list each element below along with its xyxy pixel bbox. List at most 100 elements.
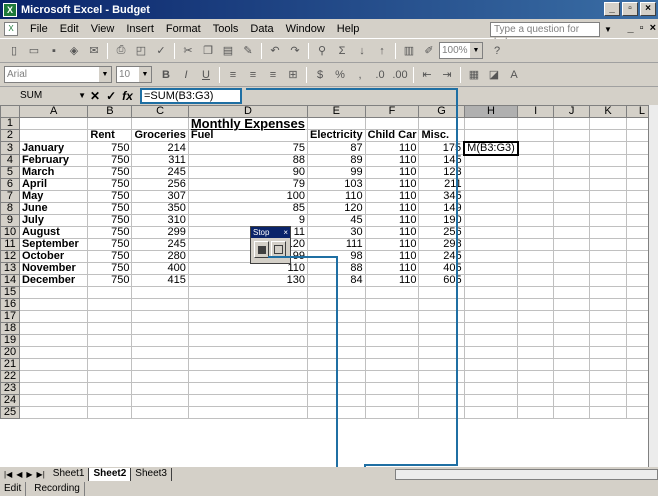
cell[interactable] [463, 382, 519, 395]
close-button[interactable]: × [640, 2, 656, 16]
cell[interactable]: August [18, 226, 89, 239]
cell[interactable]: 145 [418, 154, 465, 167]
cell[interactable] [187, 394, 308, 407]
align-center-icon[interactable]: ≡ [243, 66, 263, 84]
email-icon[interactable]: ✉ [84, 42, 104, 60]
cell[interactable]: 245 [418, 250, 465, 263]
cell[interactable]: 79 [187, 178, 308, 191]
cell[interactable] [306, 370, 366, 383]
row-header[interactable]: 9 [0, 214, 20, 227]
cell[interactable] [18, 117, 89, 130]
cell[interactable] [187, 406, 308, 419]
cell[interactable]: 90 [187, 166, 308, 179]
cell[interactable]: 750 [87, 202, 133, 215]
cell[interactable]: 214 [131, 141, 189, 155]
row-header[interactable]: 22 [0, 370, 20, 383]
cell[interactable] [306, 286, 366, 299]
cell[interactable] [418, 322, 465, 335]
cell[interactable] [553, 226, 591, 239]
cell[interactable] [589, 406, 627, 419]
cell[interactable] [87, 406, 133, 419]
paste-icon[interactable]: ▤ [218, 42, 238, 60]
cell[interactable] [553, 166, 591, 179]
cell[interactable] [553, 178, 591, 191]
cell[interactable] [553, 346, 591, 359]
row-header[interactable]: 4 [0, 154, 20, 167]
row-header[interactable]: 7 [0, 190, 20, 203]
merge-center-icon[interactable]: ⊞ [283, 66, 303, 84]
cell[interactable]: 245 [131, 166, 189, 179]
cell[interactable]: 311 [131, 154, 189, 167]
cell[interactable] [87, 370, 133, 383]
cell[interactable] [364, 334, 420, 347]
doc-close-button[interactable]: × [650, 22, 656, 34]
cell[interactable] [131, 406, 189, 419]
cell[interactable] [18, 358, 89, 371]
row-header[interactable]: 20 [0, 346, 20, 359]
cell[interactable] [517, 406, 555, 419]
doc-minimize-button[interactable]: _ [628, 22, 634, 34]
formula-input[interactable]: =SUM(B3:G3) [140, 88, 242, 104]
cell[interactable] [517, 190, 555, 203]
tab-sheet1[interactable]: Sheet1 [49, 467, 90, 481]
cell[interactable] [589, 250, 627, 263]
cell[interactable] [589, 334, 627, 347]
cell[interactable] [517, 358, 555, 371]
decrease-indent-icon[interactable]: ⇤ [417, 66, 437, 84]
cell[interactable] [131, 346, 189, 359]
ask-question-input[interactable]: Type a question for help [490, 22, 600, 48]
cell[interactable] [517, 238, 555, 251]
tab-sheet2[interactable]: Sheet2 [89, 467, 132, 481]
drawing-icon[interactable]: ✐ [419, 42, 439, 60]
cell[interactable] [418, 406, 465, 419]
row-header[interactable]: 25 [0, 406, 20, 419]
cell[interactable] [364, 286, 420, 299]
decrease-decimal-icon[interactable]: .00 [390, 66, 410, 84]
menu-window[interactable]: Window [280, 23, 331, 35]
cell[interactable] [463, 117, 519, 130]
cell[interactable] [589, 214, 627, 227]
cell[interactable]: May [18, 190, 89, 203]
relative-reference-button[interactable] [271, 241, 286, 258]
new-icon[interactable]: ▯ [4, 42, 24, 60]
zoom-select[interactable]: 100% ▼ [439, 42, 483, 59]
cell[interactable] [463, 178, 519, 191]
select-all-corner[interactable] [0, 105, 20, 118]
minimize-button[interactable]: _ [604, 2, 620, 16]
stop-recording-button[interactable] [254, 241, 269, 258]
cell[interactable] [517, 129, 555, 142]
cell[interactable] [463, 129, 519, 142]
cut-icon[interactable]: ✂ [178, 42, 198, 60]
cell[interactable] [463, 202, 519, 215]
next-sheet-button[interactable]: ▶ [26, 470, 32, 479]
cell[interactable]: 750 [87, 166, 133, 179]
sort-ascending-icon[interactable]: ↓ [352, 42, 372, 60]
row-header[interactable]: 18 [0, 322, 20, 335]
vertical-scrollbar[interactable] [648, 105, 658, 467]
row-header[interactable]: 15 [0, 286, 20, 299]
row-header[interactable]: 14 [0, 274, 20, 287]
cell[interactable] [306, 117, 366, 130]
cell[interactable]: December [18, 274, 89, 287]
cell[interactable] [553, 141, 591, 155]
cell[interactable]: 85 [187, 202, 308, 215]
workbook-icon[interactable]: X [4, 21, 18, 36]
cell[interactable] [553, 322, 591, 335]
cell[interactable]: 299 [131, 226, 189, 239]
cell[interactable] [306, 394, 366, 407]
cell[interactable] [589, 166, 627, 179]
cell[interactable] [87, 322, 133, 335]
cell[interactable] [553, 154, 591, 167]
cell[interactable] [306, 346, 366, 359]
cell[interactable] [589, 129, 627, 142]
row-header[interactable]: 16 [0, 298, 20, 311]
cell[interactable] [463, 334, 519, 347]
cell[interactable] [463, 274, 519, 287]
cell[interactable] [418, 370, 465, 383]
cell[interactable] [517, 141, 555, 155]
menu-tools[interactable]: Tools [207, 23, 245, 35]
cell[interactable] [187, 310, 308, 323]
cell[interactable]: 750 [87, 262, 133, 275]
menu-insert[interactable]: Insert [120, 23, 160, 35]
cell[interactable] [589, 117, 627, 130]
